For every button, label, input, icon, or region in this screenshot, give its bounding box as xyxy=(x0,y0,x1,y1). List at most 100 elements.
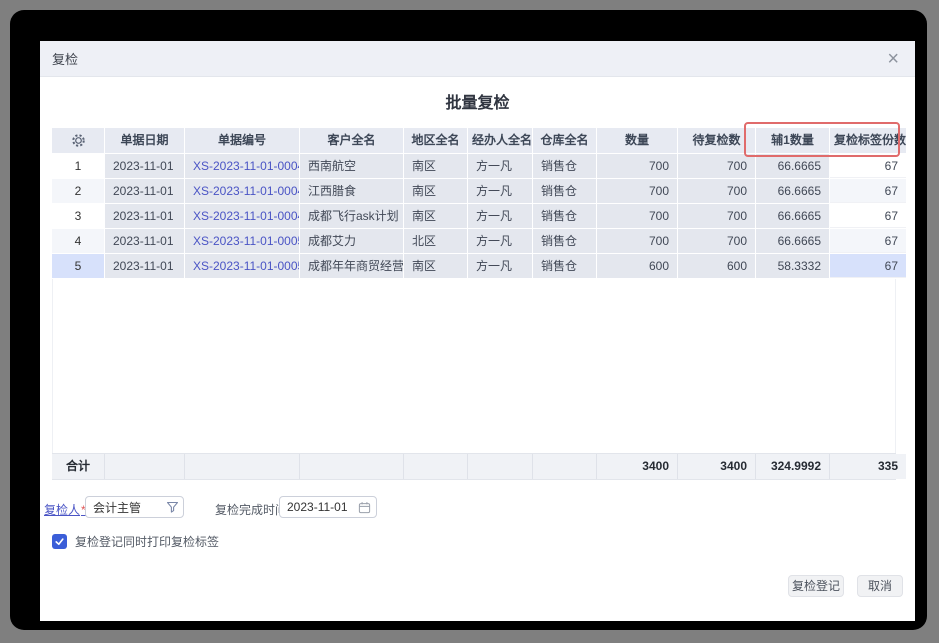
cell-labels[interactable]: 67 xyxy=(830,154,906,178)
cell-rownum[interactable]: 1 xyxy=(52,154,104,178)
cell-pending: 700 xyxy=(678,204,755,228)
cell-customer: 成都飞行ask计划 xyxy=(300,204,403,228)
cell-qty: 700 xyxy=(597,154,677,178)
page-title: 批量复检 xyxy=(40,89,915,113)
table-row[interactable]: 12023-11-01XS-2023-11-01-00047西南航空南区方一凡销… xyxy=(52,154,896,178)
column-header-docno: 单据编号 xyxy=(185,128,299,153)
cell-region: 南区 xyxy=(404,254,467,278)
print-label-checkbox[interactable] xyxy=(52,534,67,549)
cell-rownum[interactable]: 5 xyxy=(52,254,104,278)
cell-docno[interactable]: XS-2023-11-01-00048 xyxy=(185,179,299,203)
cell-handler: 方一凡 xyxy=(468,229,532,253)
table-row[interactable]: 22023-11-01XS-2023-11-01-00048江西腊食南区方一凡销… xyxy=(52,179,896,203)
cell-docno[interactable]: XS-2023-11-01-00051 xyxy=(185,254,299,278)
calendar-icon[interactable] xyxy=(358,501,371,514)
total-cell-docno xyxy=(185,454,299,479)
cell-pending: 700 xyxy=(678,179,755,203)
total-cell-warehouse xyxy=(533,454,596,479)
table-row[interactable]: 52023-11-01XS-2023-11-01-00051成都年年商贸经营部南… xyxy=(52,254,896,278)
form-row: 复检人* 复检完成时间 xyxy=(40,496,915,520)
column-header-date: 单据日期 xyxy=(105,128,184,153)
cell-rownum[interactable]: 3 xyxy=(52,204,104,228)
column-header-pending: 待复检数 xyxy=(678,128,755,153)
cell-handler: 方一凡 xyxy=(468,179,532,203)
total-cell-region xyxy=(404,454,467,479)
cell-date: 2023-11-01 xyxy=(105,254,184,278)
column-header-customer: 客户全名 xyxy=(300,128,403,153)
cell-docno[interactable]: XS-2023-11-01-00047 xyxy=(185,154,299,178)
cell-docno[interactable]: XS-2023-11-01-00050 xyxy=(185,229,299,253)
total-cell-aux1: 324.9992 xyxy=(756,454,829,479)
checkbox-check-icon xyxy=(54,536,65,547)
close-icon[interactable]: × xyxy=(887,49,899,69)
column-header-region: 地区全名 xyxy=(404,128,467,153)
cell-qty: 600 xyxy=(597,254,677,278)
cell-warehouse: 销售仓 xyxy=(533,154,596,178)
cell-pending: 700 xyxy=(678,229,755,253)
cell-docno[interactable]: XS-2023-11-01-00049 xyxy=(185,204,299,228)
completion-time-label: 复检完成时间 xyxy=(215,501,287,518)
cell-labels[interactable]: 67 xyxy=(830,179,906,203)
cell-aux1: 66.6665 xyxy=(756,204,829,228)
column-header-handler: 经办人全名 xyxy=(468,128,532,153)
register-reinspection-button[interactable]: 复检登记 xyxy=(788,575,844,597)
cell-qty: 700 xyxy=(597,179,677,203)
cell-rownum[interactable]: 2 xyxy=(52,179,104,203)
reinspector-label[interactable]: 复检人* xyxy=(44,501,86,518)
cell-warehouse: 销售仓 xyxy=(533,229,596,253)
column-header-warehouse: 仓库全名 xyxy=(533,128,596,153)
cell-handler: 方一凡 xyxy=(468,254,532,278)
batch-reinspection-table: 单据日期单据编号客户全名地区全名经办人全名仓库全名数量待复检数辅1数量复检标签份… xyxy=(52,128,896,279)
cell-region: 南区 xyxy=(404,204,467,228)
cell-date: 2023-11-01 xyxy=(105,179,184,203)
column-header-qty: 数量 xyxy=(597,128,677,153)
cell-warehouse: 销售仓 xyxy=(533,179,596,203)
column-settings-gear-icon[interactable] xyxy=(52,128,104,153)
cell-rownum[interactable]: 4 xyxy=(52,229,104,253)
column-header-labels: 复检标签份数 xyxy=(830,128,906,153)
cell-qty: 700 xyxy=(597,229,677,253)
cell-aux1: 66.6665 xyxy=(756,229,829,253)
print-label-checkbox-label: 复检登记同时打印复检标签 xyxy=(75,533,219,550)
total-cell-date xyxy=(105,454,184,479)
dialog-header: 复检 × xyxy=(40,41,915,77)
cell-date: 2023-11-01 xyxy=(105,229,184,253)
total-cell-customer xyxy=(300,454,403,479)
total-cell-pending: 3400 xyxy=(678,454,755,479)
column-header-aux1: 辅1数量 xyxy=(756,128,829,153)
total-cell-rownum: 合计 xyxy=(52,454,104,479)
cell-warehouse: 销售仓 xyxy=(533,254,596,278)
cell-customer: 江西腊食 xyxy=(300,179,403,203)
reinspection-dialog: 复检 × 批量复检 单据日期单据编号客户全名地区全名经办人全名仓库全名数量待复检… xyxy=(40,41,915,621)
cell-customer: 成都艾力 xyxy=(300,229,403,253)
cancel-button[interactable]: 取消 xyxy=(857,575,903,597)
total-cell-handler xyxy=(468,454,532,479)
total-cell-qty: 3400 xyxy=(597,454,677,479)
cell-aux1: 66.6665 xyxy=(756,154,829,178)
cell-customer: 成都年年商贸经营部 xyxy=(300,254,403,278)
cell-labels[interactable]: 67 xyxy=(830,229,906,253)
table-row[interactable]: 32023-11-01XS-2023-11-01-00049成都飞行ask计划南… xyxy=(52,204,896,228)
total-cell-labels: 335 xyxy=(830,454,906,479)
cell-warehouse: 销售仓 xyxy=(533,204,596,228)
table-empty-area xyxy=(52,279,896,453)
table-row[interactable]: 42023-11-01XS-2023-11-01-00050成都艾力北区方一凡销… xyxy=(52,229,896,253)
cell-region: 南区 xyxy=(404,179,467,203)
cell-handler: 方一凡 xyxy=(468,154,532,178)
cell-pending: 700 xyxy=(678,154,755,178)
cell-qty: 700 xyxy=(597,204,677,228)
browser-window: 复检 × 批量复检 单据日期单据编号客户全名地区全名经办人全名仓库全名数量待复检… xyxy=(10,10,927,630)
print-label-option: 复检登记同时打印复检标签 xyxy=(52,533,219,549)
cell-region: 北区 xyxy=(404,229,467,253)
cell-labels[interactable]: 67 xyxy=(830,254,906,278)
cell-date: 2023-11-01 xyxy=(105,154,184,178)
cell-pending: 600 xyxy=(678,254,755,278)
cell-labels[interactable]: 67 xyxy=(830,204,906,228)
cell-date: 2023-11-01 xyxy=(105,204,184,228)
filter-icon[interactable] xyxy=(166,501,179,514)
table-header-row: 单据日期单据编号客户全名地区全名经办人全名仓库全名数量待复检数辅1数量复检标签份… xyxy=(52,128,896,153)
dialog-title: 复检 xyxy=(52,49,78,68)
cell-customer: 西南航空 xyxy=(300,154,403,178)
cell-aux1: 66.6665 xyxy=(756,179,829,203)
cell-handler: 方一凡 xyxy=(468,204,532,228)
